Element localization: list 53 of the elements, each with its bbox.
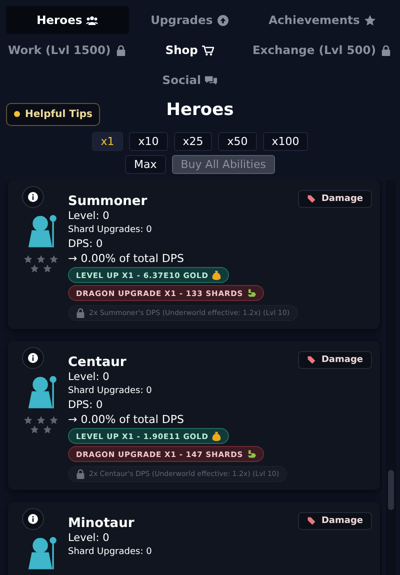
money-bag-icon bbox=[212, 431, 222, 441]
info-button[interactable] bbox=[22, 347, 44, 369]
info-icon bbox=[28, 192, 38, 202]
page-title: Heroes bbox=[166, 100, 234, 120]
nav-tab[interactable]: Heroes bbox=[6, 6, 129, 34]
dps-text: DPS: 0 bbox=[68, 238, 103, 251]
damage-tag: Damage bbox=[298, 512, 372, 530]
info-button[interactable] bbox=[22, 186, 44, 208]
multiplier-button[interactable]: x100 bbox=[262, 132, 308, 151]
money-bag-icon bbox=[212, 270, 222, 280]
nav-tab[interactable]: Exchange (Lvl 500) bbox=[250, 36, 394, 64]
shard-upgrades-text: Shard Upgrades: 0 bbox=[68, 224, 152, 237]
dot-icon bbox=[14, 111, 20, 117]
nav-tab[interactable]: Achievements bbox=[250, 6, 394, 34]
nav-tab[interactable]: Upgrades bbox=[128, 6, 250, 34]
level-text: Level: 0 bbox=[68, 210, 110, 223]
max-button[interactable]: Max bbox=[125, 155, 166, 174]
star-icon bbox=[364, 14, 376, 26]
multiplier-button[interactable]: x50 bbox=[218, 132, 257, 151]
chat-icon bbox=[204, 74, 217, 86]
nav-tab[interactable]: Work (Lvl 1500) bbox=[6, 36, 129, 64]
multiplier-button[interactable]: x1 bbox=[92, 132, 124, 151]
hero-name: Summoner bbox=[68, 194, 148, 209]
tag-icon bbox=[307, 516, 316, 526]
tag-icon bbox=[307, 194, 316, 204]
tag-icon bbox=[307, 355, 316, 365]
level-text: Level: 0 bbox=[68, 371, 110, 384]
multiplier-button[interactable]: x10 bbox=[129, 132, 168, 151]
lock-icon bbox=[76, 308, 85, 318]
stars-icon bbox=[24, 416, 60, 435]
stars-icon bbox=[24, 255, 60, 274]
dps-share-text: → 0.00% of total DPS bbox=[68, 252, 184, 265]
lock-icon bbox=[114, 44, 127, 56]
helpful-tips-button[interactable]: Helpful Tips bbox=[6, 102, 100, 126]
shard-upgrades-text: Shard Upgrades: 0 bbox=[68, 385, 152, 398]
damage-tag: Damage bbox=[298, 190, 372, 208]
shard-upgrades-text: Shard Upgrades: 0 bbox=[68, 546, 152, 559]
info-icon bbox=[28, 353, 38, 363]
hero-name: Minotaur bbox=[68, 516, 134, 531]
multiplier-button[interactable]: x25 bbox=[174, 132, 212, 151]
lock-icon bbox=[380, 44, 392, 56]
people-icon bbox=[86, 14, 98, 26]
level-text: Level: 0 bbox=[68, 532, 110, 545]
dps-share-text: → 0.00% of total DPS bbox=[68, 413, 184, 426]
damage-tag: Damage bbox=[298, 351, 372, 369]
info-icon bbox=[28, 514, 38, 524]
hero-name: Centaur bbox=[68, 355, 126, 370]
nav-tab[interactable]: Social bbox=[128, 66, 250, 94]
cart-icon bbox=[202, 44, 214, 56]
dps-text: DPS: 0 bbox=[68, 399, 103, 412]
lock-icon bbox=[76, 469, 85, 479]
info-button[interactable] bbox=[22, 508, 44, 530]
nav-tab[interactable]: Shop bbox=[128, 36, 250, 64]
